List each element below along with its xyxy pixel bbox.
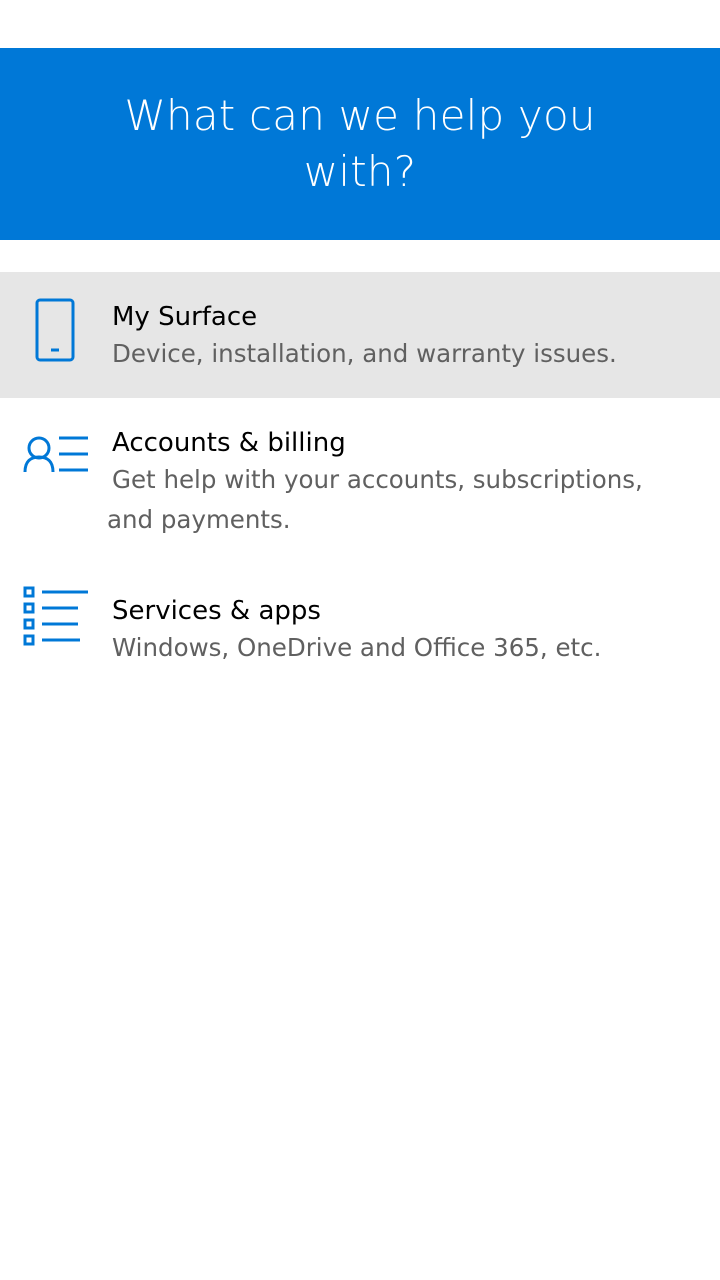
category-text: Accounts & billing Get help with your ac… [107, 398, 720, 566]
help-category-list: My Surface Device, installation, and war… [0, 272, 720, 686]
category-item-services-apps[interactable]: Services & apps Windows, OneDrive and Of… [0, 566, 720, 686]
category-item-accounts-billing[interactable]: Accounts & billing Get help with your ac… [0, 398, 720, 566]
category-item-my-surface[interactable]: My Surface Device, installation, and war… [0, 272, 720, 398]
bulleted-list-icon [0, 566, 112, 686]
page-title: What can we help you with? [124, 91, 596, 196]
category-description: Device, installation, and warranty issue… [112, 339, 617, 368]
header-banner: What can we help you with? [0, 48, 720, 240]
category-text: Services & apps Windows, OneDrive and Of… [112, 566, 720, 686]
category-text: My Surface Device, installation, and war… [112, 272, 720, 398]
category-title: My Surface [112, 302, 258, 332]
category-description: Get help with your accounts, subscriptio… [107, 465, 643, 534]
person-list-icon [0, 398, 112, 566]
status-bar-spacer [0, 0, 720, 48]
help-screen: What can we help you with? My Surface De… [0, 0, 720, 1280]
category-description: Windows, OneDrive and Office 365, etc. [112, 633, 602, 662]
category-title: Services & apps [112, 596, 321, 626]
phone-device-icon [0, 272, 112, 398]
category-title: Accounts & billing [112, 428, 346, 458]
